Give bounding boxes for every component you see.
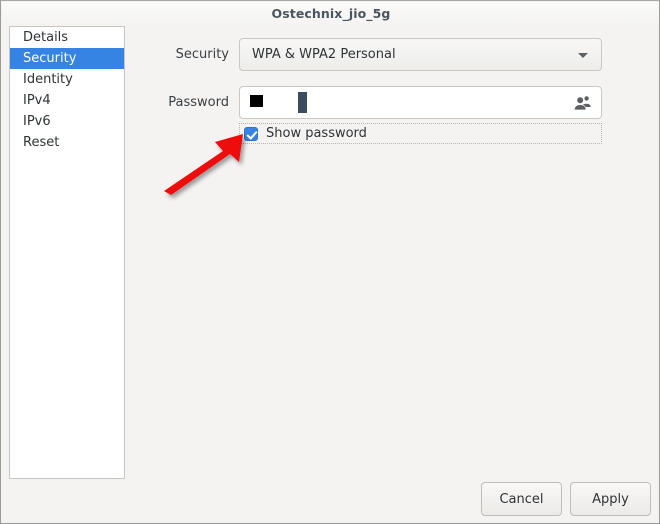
security-type-dropdown[interactable]: WPA & WPA2 Personal bbox=[239, 38, 602, 71]
security-label: Security bbox=[175, 47, 229, 62]
window-title: Ostechnix_jio_5g bbox=[271, 6, 391, 21]
password-redaction-block bbox=[250, 95, 263, 107]
sidebar-item-label: Details bbox=[23, 30, 69, 45]
sidebar-item-details[interactable]: Details bbox=[10, 27, 124, 48]
chevron-down-icon bbox=[578, 52, 588, 58]
security-row: Security WPA & WPA2 Personal bbox=[125, 38, 602, 71]
show-password-checkbox[interactable] bbox=[244, 126, 258, 141]
window-titlebar: Ostechnix_jio_5g bbox=[2, 2, 659, 25]
sidebar-nav-list[interactable]: Details Security Identity IPv4 IPv6 Rese… bbox=[9, 26, 125, 479]
password-input[interactable] bbox=[239, 86, 602, 119]
sidebar-item-label: Reset bbox=[23, 135, 60, 150]
sidebar-item-label: Identity bbox=[23, 72, 73, 87]
sidebar-item-reset[interactable]: Reset bbox=[10, 132, 124, 153]
show-password-checkbox-row[interactable]: Show password bbox=[239, 123, 602, 144]
people-icon[interactable] bbox=[574, 95, 591, 111]
sidebar-item-label: IPv6 bbox=[23, 114, 51, 129]
cancel-button[interactable]: Cancel bbox=[481, 482, 562, 516]
sidebar-item-ipv6[interactable]: IPv6 bbox=[10, 111, 124, 132]
network-settings-window: Ostechnix_jio_5g Details Security Identi… bbox=[0, 0, 660, 524]
security-type-value: WPA & WPA2 Personal bbox=[252, 47, 396, 62]
password-label: Password bbox=[168, 95, 229, 110]
sidebar-item-security[interactable]: Security bbox=[10, 48, 124, 69]
sidebar-item-label: Security bbox=[23, 51, 77, 66]
sidebar-item-ipv4[interactable]: IPv4 bbox=[10, 90, 124, 111]
sidebar-item-identity[interactable]: Identity bbox=[10, 69, 124, 90]
text-cursor bbox=[298, 92, 307, 113]
security-settings-pane: Security WPA & WPA2 Personal Password Sh… bbox=[125, 26, 653, 479]
password-row: Password bbox=[125, 86, 602, 119]
show-password-label: Show password bbox=[266, 126, 367, 141]
apply-button[interactable]: Apply bbox=[570, 482, 651, 516]
sidebar-item-label: IPv4 bbox=[23, 93, 51, 108]
